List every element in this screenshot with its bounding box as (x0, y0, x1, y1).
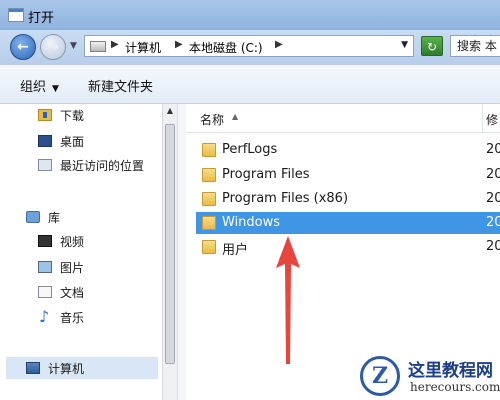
chevron-right-icon[interactable]: ▶ (111, 39, 119, 50)
chevron-right-icon[interactable]: ▶ (175, 39, 183, 50)
address-bar[interactable]: ▶ 计算机 ▶ 本地磁盘 (C:) ▶ ▼ (84, 35, 414, 57)
nav-item-label: 文档 (60, 286, 85, 300)
back-arrow-icon: ← (17, 39, 29, 55)
folder-icon (202, 168, 216, 182)
nav-item-label: 下载 (60, 109, 85, 123)
folder-icon (202, 240, 216, 254)
nav-item-label: 音乐 (60, 311, 85, 325)
drive-icon (90, 41, 106, 52)
download-folder-icon (38, 109, 52, 121)
column-header-modified[interactable]: 修 (486, 111, 498, 128)
refresh-icon: ↻ (426, 40, 438, 54)
forward-arrow-icon: → (47, 39, 59, 55)
nav-item-label: 最近访问的位置 (60, 159, 145, 173)
sort-ascending-icon: ▲ (232, 112, 239, 121)
nav-item-label: 图片 (60, 261, 85, 275)
pane-splitter[interactable] (178, 104, 186, 400)
refresh-button[interactable]: ↻ (421, 36, 443, 56)
breadcrumb-computer[interactable]: 计算机 (125, 39, 161, 56)
watermark-logo: Z (360, 356, 400, 396)
annotation-arrow-icon (276, 236, 300, 364)
command-bar: 组织 ▼ 新建文件夹 (0, 65, 500, 104)
address-dropdown-icon[interactable]: ▼ (401, 40, 408, 50)
file-date: 20 (486, 167, 500, 182)
file-name: Program Files (x86) (222, 191, 349, 206)
file-row-selected[interactable]: Windows 20 (196, 212, 500, 234)
new-folder-button[interactable]: 新建文件夹 (88, 76, 153, 95)
nav-item-label: 桌面 (60, 135, 85, 149)
column-divider[interactable] (482, 104, 483, 132)
desktop-icon (38, 135, 52, 147)
file-name: Windows (222, 215, 281, 230)
video-icon (38, 235, 52, 247)
forward-button[interactable]: → (40, 34, 66, 60)
address-row: ← → ▼ ▶ 计算机 ▶ 本地磁盘 (C:) ▶ ▼ ↻ 搜索 本 (0, 30, 500, 65)
picture-icon (38, 261, 52, 273)
file-date: 20 (486, 215, 500, 230)
chevron-right-icon[interactable]: ▶ (275, 39, 283, 50)
watermark: Z 这里教程网 herecours.com (360, 354, 500, 400)
window-title: 打开 (28, 11, 55, 26)
nav-scrollbar[interactable]: ▲ (162, 104, 178, 400)
breadcrumb-local-disk[interactable]: 本地磁盘 (C:) (189, 39, 263, 56)
library-icon (26, 211, 40, 223)
file-date: 20 (486, 142, 500, 157)
nav-item-label: 计算机 (48, 362, 85, 376)
document-icon (38, 286, 52, 298)
organize-button[interactable]: 组织 ▼ (20, 76, 59, 95)
watermark-url: herecours.com (410, 380, 500, 394)
search-input[interactable]: 搜索 本 (450, 35, 500, 57)
computer-icon (26, 362, 40, 374)
window-icon (8, 8, 24, 22)
watermark-title: 这里教程网 (408, 361, 493, 381)
folder-icon (202, 216, 216, 230)
file-row[interactable]: Program Files 20 (196, 164, 500, 186)
folder-icon (202, 192, 216, 206)
nav-item-label: 库 (48, 211, 61, 225)
file-name: 用户 (222, 243, 249, 258)
file-row[interactable]: Program Files (x86) 20 (196, 188, 500, 210)
column-header-row: 名称 ▲ 修 (186, 104, 500, 133)
recent-places-icon (38, 159, 52, 171)
file-name: Program Files (222, 167, 310, 182)
scroll-up-icon[interactable]: ▲ (164, 106, 176, 120)
title-bar: 打开 (0, 0, 500, 30)
back-button[interactable]: ← (10, 34, 36, 60)
file-date: 20 (486, 191, 500, 206)
recent-pages-dropdown-icon[interactable]: ▼ (70, 41, 77, 51)
file-row[interactable]: 用户 20 (196, 236, 500, 258)
file-date: 20 (486, 239, 500, 254)
nav-item-label: 视频 (60, 235, 85, 249)
chevron-down-icon: ▼ (52, 84, 59, 94)
folder-icon (202, 143, 216, 157)
navigation-pane: 下载 桌面 最近访问的位置 库 视频 图片 文档 音乐 计算机 (0, 104, 162, 400)
music-icon (38, 307, 52, 326)
file-name: PerfLogs (222, 142, 278, 157)
organize-label: 组织 (20, 80, 47, 95)
file-row[interactable]: PerfLogs 20 (196, 139, 500, 161)
scrollbar-thumb[interactable] (165, 124, 175, 364)
column-header-name[interactable]: 名称 (200, 111, 224, 128)
